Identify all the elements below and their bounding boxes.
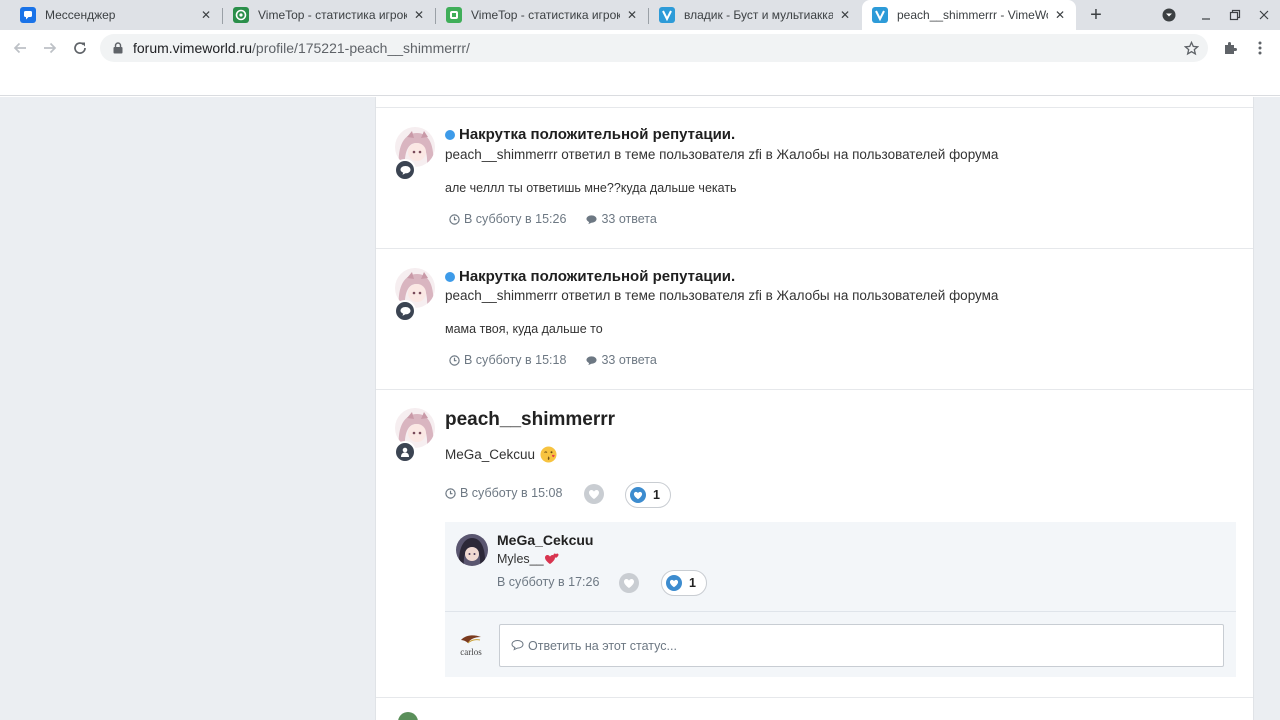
divider [445, 611, 1236, 612]
bookmarks-bar [0, 66, 1280, 96]
activity-title[interactable]: Накрутка положительной репутации. [459, 126, 735, 143]
close-tab-icon[interactable]: ✕ [837, 7, 853, 23]
divider [376, 248, 1253, 249]
tab-vimetop-2[interactable]: VimeTop - статистика игроков ✕ [436, 0, 648, 30]
divider [376, 107, 1253, 108]
reaction-count: 1 [689, 576, 696, 590]
replies-label: 33 ответа [601, 353, 657, 367]
status-text: MeGa_Cekcuu [445, 446, 557, 463]
comment-text: Myles__ [497, 552, 560, 566]
url-host: forum.vimeworld.ru [133, 40, 253, 56]
activity-time-link[interactable]: В субботу в 15:26 [464, 212, 566, 226]
replies-count: 33 ответа [586, 353, 657, 367]
comment-badge-icon [394, 159, 416, 181]
tab-strip: Мессенджер ✕ VimeTop - статистика игроко… [0, 0, 1280, 30]
activity-title-link[interactable]: Накрутка положительной репутации. [445, 126, 735, 143]
address-bar[interactable]: forum.vimeworld.ru/profile/175221-peach_… [100, 34, 1208, 62]
status-time-link[interactable]: В субботу в 15:08 [460, 486, 562, 500]
tab-title: peach__shimmerrr - VimeWorld [897, 8, 1048, 22]
activity-title-link[interactable]: Накрутка положительной репутации. [445, 268, 735, 285]
activity-meta: В субботу в 15:26 33 ответа [449, 212, 657, 226]
current-user-avatar: carlos [455, 634, 487, 662]
minimize-icon[interactable] [1196, 5, 1216, 25]
comment-icon [586, 214, 597, 225]
tab-profile[interactable]: peach__shimmerrr - VimeWorld ✕ [862, 0, 1076, 30]
divider [376, 389, 1253, 390]
tab-title: VimeTop - статистика игроков [258, 8, 407, 22]
user-badge-icon [394, 441, 416, 463]
messenger-icon [20, 7, 36, 23]
restore-icon[interactable] [1225, 5, 1245, 25]
lock-icon[interactable] [112, 41, 124, 55]
carlos-logo-icon [461, 635, 481, 644]
activity-snippet: але челлл ты ответишь мне??куда дальше ч… [445, 181, 737, 195]
divider [376, 697, 1253, 698]
reaction-count-button[interactable]: 1 [625, 482, 671, 508]
tab-title: владик - Буст и мультиаккаунт [684, 8, 833, 22]
tab-search-icon[interactable] [1159, 5, 1179, 25]
react-heart-icon[interactable] [584, 484, 604, 504]
react-heart-icon[interactable] [619, 573, 639, 593]
replies-count: 33 ответа [586, 212, 657, 226]
close-tab-icon[interactable]: ✕ [1052, 7, 1068, 23]
reaction-count: 1 [653, 488, 660, 502]
reaction-count-button[interactable]: 1 [661, 570, 707, 596]
activity-summary: peach__shimmerrr ответил в теме пользова… [445, 288, 999, 303]
reply-placeholder: Ответить на этот статус... [528, 638, 677, 653]
activity-snippet: мама твоя, куда дальше то [445, 322, 603, 336]
tab-messenger[interactable]: Мессенджер ✕ [10, 0, 222, 30]
clock-icon [449, 213, 460, 225]
activity-time-link[interactable]: В субботу в 15:18 [464, 353, 566, 367]
close-window-icon[interactable] [1254, 5, 1274, 25]
two-hearts-emoji-icon [544, 552, 560, 566]
vimeworld-icon [659, 7, 675, 23]
status-content: MeGa_Cekcuu [445, 447, 536, 462]
activity-title[interactable]: Накрутка положительной репутации. [459, 268, 735, 285]
status-author-link[interactable]: peach__shimmerrr [445, 409, 615, 431]
like-heart-icon [630, 487, 646, 503]
clock-icon [445, 487, 456, 499]
reload-button[interactable] [68, 36, 92, 60]
vimeworld-icon [872, 7, 888, 23]
tab-title: Мессенджер [45, 8, 116, 22]
browser-menu-icon[interactable] [1248, 36, 1272, 60]
page-viewport: Накрутка положительной репутации. peach_… [0, 97, 1280, 720]
extensions-icon[interactable] [1218, 36, 1242, 60]
back-button[interactable] [8, 36, 32, 60]
close-tab-icon[interactable]: ✕ [198, 7, 214, 23]
forward-button[interactable] [38, 36, 62, 60]
unread-indicator [445, 271, 455, 282]
activity-feed: Накрутка положительной репутации. peach_… [375, 97, 1254, 720]
close-tab-icon[interactable]: ✕ [411, 7, 427, 23]
bookmark-star-icon[interactable] [1182, 39, 1200, 57]
replies-label: 33 ответа [601, 212, 657, 226]
comment-content: Myles__ [497, 552, 544, 566]
like-heart-icon [666, 575, 682, 591]
comment-time-link[interactable]: В субботу в 17:26 [497, 575, 599, 589]
vimetop-icon [446, 7, 462, 23]
tab-vladik[interactable]: владик - Буст и мультиаккаунт ✕ [649, 0, 861, 30]
comment-outline-icon [511, 639, 524, 652]
status-meta: В субботу в 15:08 [445, 486, 562, 500]
avatar-caption: carlos [460, 647, 482, 657]
kissing-face-emoji-icon [540, 446, 557, 463]
tab-vimetop-1[interactable]: VimeTop - статистика игроков ✕ [223, 0, 435, 30]
vimetop-icon [233, 7, 249, 23]
status-comments: MeGa_Cekcuu Myles__ В субботу в 17:26 1 [445, 522, 1236, 677]
comment-author-link[interactable]: MeGa_Cekcuu [497, 532, 593, 548]
activity-meta: В субботу в 15:18 33 ответа [449, 353, 657, 367]
url-path: /profile/175221-peach__shimmerrr/ [252, 40, 470, 56]
reply-input[interactable]: Ответить на этот статус... [499, 624, 1224, 667]
tab-title: VimeTop - статистика игроков [471, 8, 620, 22]
unread-indicator [445, 129, 455, 140]
clock-icon [449, 354, 460, 366]
close-tab-icon[interactable]: ✕ [624, 7, 640, 23]
new-tab-button[interactable]: + [1086, 4, 1106, 26]
comment-badge-icon [394, 300, 416, 322]
browser-toolbar: forum.vimeworld.ru/profile/175221-peach_… [0, 30, 1280, 66]
comment-icon [586, 355, 597, 366]
commenter-avatar[interactable] [456, 534, 488, 566]
user-avatar[interactable] [398, 712, 418, 720]
activity-summary: peach__shimmerrr ответил в теме пользова… [445, 147, 999, 162]
